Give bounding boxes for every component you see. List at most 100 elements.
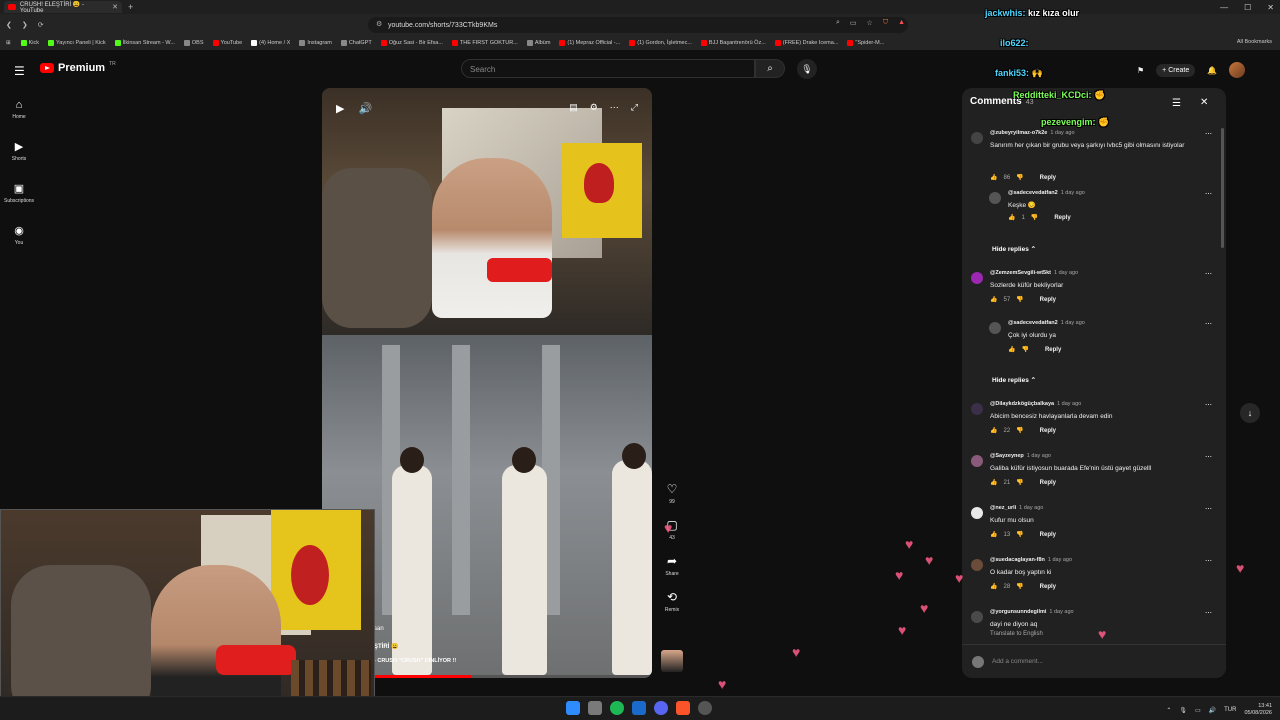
volume-icon[interactable]: 🔊 bbox=[358, 102, 372, 115]
browser-tab[interactable]: CRUSH! ELEŞTİRİ 😩 - YouTube ✕ bbox=[4, 1, 122, 14]
mic-icon[interactable]: 🎙 bbox=[1179, 707, 1187, 714]
bookmark-item[interactable]: (FREE) Drake Icema... bbox=[774, 40, 838, 46]
search-input[interactable]: Search bbox=[461, 59, 755, 78]
bookmark-item[interactable]: (1) Gordon, İşletmec... bbox=[629, 40, 692, 46]
brave-rewards-icon[interactable]: ▲ bbox=[898, 19, 905, 27]
all-bookmarks-button[interactable]: All Bookmarks bbox=[1237, 39, 1272, 45]
bookmark-item[interactable]: THE FIRST GOKTUR... bbox=[451, 40, 518, 46]
tab-close-icon[interactable]: ✕ bbox=[112, 3, 118, 11]
avatar[interactable] bbox=[971, 559, 983, 571]
thumbs-up-icon[interactable]: 👍 bbox=[990, 296, 997, 303]
hide-replies-button[interactable]: Hide replies ⌃ bbox=[992, 245, 1036, 253]
thumbs-down-icon[interactable]: 👎 bbox=[1016, 531, 1023, 538]
comment-author[interactable]: @Sayzeynep bbox=[990, 453, 1024, 459]
comment-author[interactable]: @yorgunsunndegilmi bbox=[990, 609, 1046, 615]
more-options-icon[interactable]: ⋯ bbox=[1205, 453, 1212, 461]
comment-author[interactable]: @sadecevedatfan2 bbox=[1008, 320, 1058, 326]
bookmark-item[interactable]: (4) Home / X bbox=[251, 40, 290, 46]
bookmark-item[interactable]: "Spider-M... bbox=[847, 40, 884, 46]
nav-home[interactable]: ⌂ Home bbox=[0, 88, 38, 130]
comment-author[interactable]: @Dilaykdzkögüçbalkaya bbox=[990, 401, 1054, 407]
remix-button[interactable]: ⟲ Remix bbox=[665, 590, 679, 613]
bookmark-item[interactable]: YouTube bbox=[212, 40, 242, 46]
comment-author[interactable]: @sadecevedatfan2 bbox=[1008, 190, 1058, 196]
spotify-icon[interactable] bbox=[610, 701, 624, 715]
reply-button[interactable]: Reply bbox=[1040, 428, 1056, 434]
hide-replies-button[interactable]: Hide replies ⌃ bbox=[992, 376, 1036, 384]
avatar[interactable] bbox=[971, 455, 983, 467]
fullscreen-icon[interactable]: ⤢ bbox=[631, 102, 638, 113]
thumbs-down-icon[interactable]: 👎 bbox=[1016, 427, 1023, 434]
search-button[interactable]: ⌕ bbox=[755, 59, 785, 78]
reply-button[interactable]: Reply bbox=[1040, 532, 1056, 538]
site-info-icon[interactable]: ⚙ bbox=[376, 20, 382, 28]
bookmark-item[interactable]: ChatGPT bbox=[340, 40, 372, 46]
comment-author[interactable]: @ZemzemSevgili-wt5kt bbox=[990, 270, 1051, 276]
avatar[interactable] bbox=[971, 272, 983, 284]
thumbs-down-icon[interactable]: 👎 bbox=[1016, 479, 1023, 486]
bookmark-item[interactable]: İlkinsan Stream - W... bbox=[114, 40, 175, 46]
zoom-icon[interactable]: ⌕ bbox=[836, 19, 840, 27]
nav-you[interactable]: ◉ You bbox=[0, 214, 38, 256]
more-options-icon[interactable]: ⋯ bbox=[1205, 270, 1212, 278]
avatar[interactable] bbox=[989, 322, 1001, 334]
bookmark-item[interactable]: Oğuz Sasi - Bir Efsa... bbox=[380, 40, 443, 46]
steam-icon[interactable] bbox=[632, 701, 646, 715]
cast-icon[interactable]: ⚑ bbox=[1137, 66, 1144, 75]
avatar[interactable] bbox=[989, 192, 1001, 204]
create-button[interactable]: + Create bbox=[1156, 63, 1196, 77]
thumbs-up-icon[interactable]: 👍 bbox=[1008, 214, 1015, 221]
avatar[interactable] bbox=[1229, 62, 1246, 78]
cast-icon[interactable]: ▭ bbox=[850, 19, 857, 27]
thumbs-down-icon[interactable]: 👎 bbox=[1031, 214, 1038, 221]
share-button[interactable]: ➦ Share bbox=[665, 554, 678, 577]
bookmark-item[interactable]: Yayıncı Paneli | Kick bbox=[48, 40, 106, 46]
next-short-button[interactable]: ↓ bbox=[1240, 403, 1260, 423]
minimize-icon[interactable]: — bbox=[1220, 3, 1228, 12]
more-options-icon[interactable]: ⋯ bbox=[1205, 557, 1212, 565]
reply-button[interactable]: Reply bbox=[1040, 480, 1056, 486]
more-options-icon[interactable]: ⋯ bbox=[1205, 505, 1212, 513]
add-comment-row[interactable]: Add a comment... bbox=[962, 644, 1226, 678]
reply-button[interactable]: Reply bbox=[1040, 175, 1056, 181]
bookmark-item[interactable]: Albüm bbox=[526, 40, 550, 46]
thumbs-down-icon[interactable]: 👎 bbox=[1016, 296, 1023, 303]
reply-button[interactable]: Reply bbox=[1045, 347, 1061, 353]
apps-grid-icon[interactable]: ⊞ bbox=[6, 40, 11, 46]
avatar[interactable] bbox=[971, 132, 983, 144]
obs-icon[interactable] bbox=[698, 701, 712, 715]
more-options-icon[interactable]: ⋯ bbox=[1205, 401, 1212, 409]
like-button[interactable]: ♡ 99 bbox=[667, 482, 678, 505]
maximize-icon[interactable]: ☐ bbox=[1244, 3, 1251, 12]
avatar[interactable] bbox=[971, 611, 983, 623]
nav-subscriptions[interactable]: ▣ Subscriptions bbox=[0, 172, 38, 214]
back-icon[interactable]: ❮ bbox=[6, 21, 12, 29]
language-indicator[interactable]: TUR bbox=[1224, 707, 1236, 713]
more-options-icon[interactable]: ⋯ bbox=[1205, 190, 1212, 198]
forward-icon[interactable]: ❯ bbox=[22, 21, 28, 29]
thumbs-down-icon[interactable]: 👎 bbox=[1016, 583, 1023, 590]
url-field[interactable]: ⚙ youtube.com/shorts/733CTkb9KMs bbox=[368, 17, 908, 33]
thumbs-down-icon[interactable]: 👎 bbox=[1021, 346, 1028, 353]
add-comment-input[interactable]: Add a comment... bbox=[992, 658, 1043, 665]
reply-button[interactable]: Reply bbox=[1054, 215, 1070, 221]
nav-shorts[interactable]: ▶ Shorts bbox=[0, 130, 38, 172]
avatar[interactable] bbox=[971, 403, 983, 415]
brave-icon[interactable] bbox=[676, 701, 690, 715]
bookmark-item[interactable]: Kick bbox=[20, 40, 39, 46]
short-channel[interactable]: san bbox=[374, 626, 384, 632]
close-icon[interactable]: ✕ bbox=[1200, 97, 1208, 108]
reply-button[interactable]: Reply bbox=[1040, 297, 1056, 303]
volume-icon[interactable]: 🔊 bbox=[1209, 707, 1216, 714]
brave-shield-icon[interactable]: ⛉ bbox=[883, 19, 888, 27]
clock[interactable]: 13:41 05/08/2026 bbox=[1244, 703, 1272, 717]
chevron-up-icon[interactable]: ⌃ bbox=[1166, 707, 1171, 714]
bookmark-item[interactable]: OBS bbox=[183, 40, 204, 46]
more-options-icon[interactable]: ⋯ bbox=[1205, 320, 1212, 328]
bookmark-star-icon[interactable]: ☆ bbox=[867, 19, 873, 27]
youtube-logo[interactable]: Premium TR bbox=[40, 61, 116, 74]
more-options-icon[interactable]: ⋯ bbox=[1205, 130, 1212, 138]
reload-icon[interactable]: ⟳ bbox=[38, 21, 44, 29]
discord-icon[interactable] bbox=[654, 701, 668, 715]
translate-button[interactable]: Translate to English bbox=[990, 631, 1043, 637]
